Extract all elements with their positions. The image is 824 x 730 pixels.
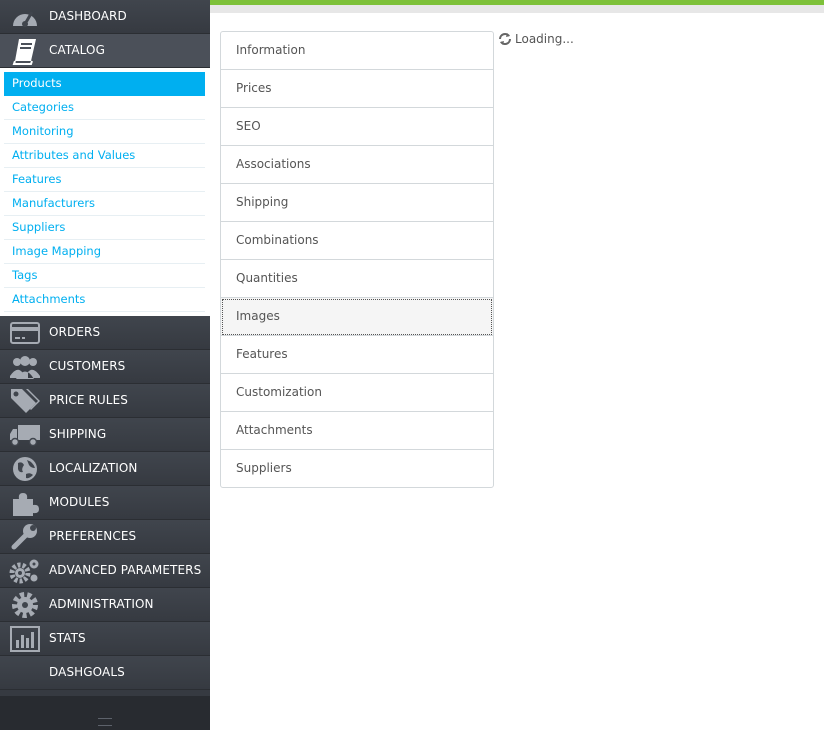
wrench-icon — [9, 522, 41, 552]
book-icon — [9, 36, 41, 66]
nav-advanced-parameters-label: ADVANCED PARAMETERS — [49, 563, 202, 577]
truck-icon — [9, 420, 41, 450]
tab-prices[interactable]: Prices — [221, 70, 493, 108]
nav-administration-label: ADMINISTRATION — [49, 597, 154, 611]
submenu-tags[interactable]: Tags — [4, 264, 205, 288]
puzzle-icon — [9, 488, 41, 518]
sidebar-footer — [0, 696, 210, 730]
nav-catalog-label: CATALOG — [49, 43, 105, 57]
tags-icon — [9, 386, 41, 416]
nav-price-rules[interactable]: PRICE RULES — [0, 384, 210, 418]
credit-card-icon — [9, 318, 41, 348]
loading-indicator: Loading... — [498, 32, 574, 46]
nav-price-rules-label: PRICE RULES — [49, 393, 128, 407]
submenu-monitoring[interactable]: Monitoring — [4, 120, 205, 144]
nav-dashboard[interactable]: DASHBOARD — [0, 0, 210, 34]
submenu-categories[interactable]: Categories — [4, 96, 205, 120]
cogs-icon — [9, 556, 41, 586]
nav-orders[interactable]: ORDERS — [0, 316, 210, 350]
collapse-menu-icon[interactable] — [98, 718, 112, 726]
top-bar-accent — [210, 0, 824, 5]
nav-customers-label: CUSTOMERS — [49, 359, 126, 373]
submenu-image-mapping[interactable]: Image Mapping — [4, 240, 205, 264]
nav-orders-label: ORDERS — [49, 325, 101, 339]
submenu-manufacturers[interactable]: Manufacturers — [4, 192, 205, 216]
nav-shipping-label: SHIPPING — [49, 427, 107, 441]
sidebar: DASHBOARD CATALOG Products Categories Mo… — [0, 0, 210, 730]
tab-combinations[interactable]: Combinations — [221, 222, 493, 260]
tab-attachments[interactable]: Attachments — [221, 412, 493, 450]
users-icon — [9, 352, 41, 382]
submenu-attributes[interactable]: Attributes and Values — [4, 144, 205, 168]
nav-modules[interactable]: MODULES — [0, 486, 210, 520]
submenu-features[interactable]: Features — [4, 168, 205, 192]
nav-dashgoals-label: DASHGOALS — [49, 665, 125, 679]
nav-customers[interactable]: CUSTOMERS — [0, 350, 210, 384]
tab-images[interactable]: Images — [221, 298, 493, 336]
product-tabs: Information Prices SEO Associations Ship… — [220, 31, 494, 488]
catalog-submenu: Products Categories Monitoring Attribute… — [0, 68, 210, 316]
nav-shipping[interactable]: SHIPPING — [0, 418, 210, 452]
bar-chart-icon — [9, 624, 41, 654]
tab-customization[interactable]: Customization — [221, 374, 493, 412]
nav-localization-label: LOCALIZATION — [49, 461, 138, 475]
loading-text: Loading... — [515, 32, 574, 46]
tab-associations[interactable]: Associations — [221, 146, 493, 184]
nav-preferences-label: PREFERENCES — [49, 529, 137, 543]
dashboard-icon — [9, 2, 41, 32]
submenu-products[interactable]: Products — [4, 72, 205, 96]
cog-icon — [9, 590, 41, 620]
tab-seo[interactable]: SEO — [221, 108, 493, 146]
tab-shipping[interactable]: Shipping — [221, 184, 493, 222]
nav-administration[interactable]: ADMINISTRATION — [0, 588, 210, 622]
nav-dashboard-label: DASHBOARD — [49, 9, 127, 23]
top-bar — [210, 0, 824, 13]
nav-stats-label: STATS — [49, 631, 86, 645]
nav-modules-label: MODULES — [49, 495, 110, 509]
submenu-suppliers[interactable]: Suppliers — [4, 216, 205, 240]
nav-catalog[interactable]: CATALOG — [0, 34, 210, 68]
nav-localization[interactable]: LOCALIZATION — [0, 452, 210, 486]
nav-stats[interactable]: STATS — [0, 622, 210, 656]
tab-suppliers[interactable]: Suppliers — [221, 450, 493, 487]
nav-preferences[interactable]: PREFERENCES — [0, 520, 210, 554]
tab-information[interactable]: Information — [221, 32, 493, 70]
submenu-attachments[interactable]: Attachments — [4, 288, 205, 312]
nav-dashgoals[interactable]: DASHGOALS — [0, 656, 210, 690]
tab-features[interactable]: Features — [221, 336, 493, 374]
refresh-icon — [499, 33, 511, 45]
globe-icon — [9, 454, 41, 484]
tab-quantities[interactable]: Quantities — [221, 260, 493, 298]
nav-advanced-parameters[interactable]: ADVANCED PARAMETERS — [0, 554, 210, 588]
